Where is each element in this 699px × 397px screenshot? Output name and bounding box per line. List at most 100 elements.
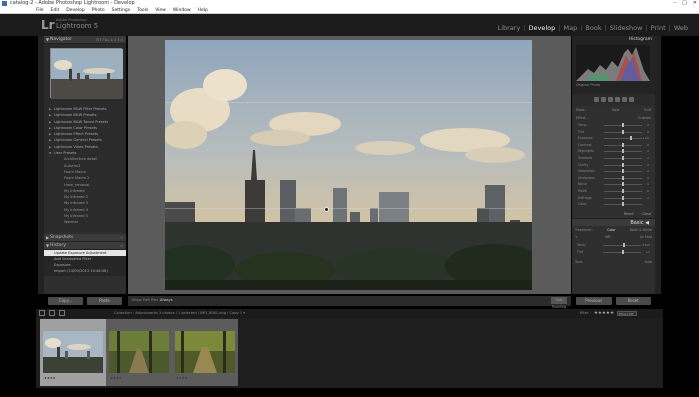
minimize-button[interactable]: – <box>674 0 677 7</box>
slider-value[interactable]: 0 <box>647 176 649 180</box>
basic-panel-header[interactable]: Basic ◀ <box>572 218 655 226</box>
main-image-view[interactable] <box>128 36 571 294</box>
module-map[interactable]: Map <box>560 24 580 32</box>
spot-removal-icon[interactable] <box>600 97 606 102</box>
menu-help[interactable]: Help <box>198 7 208 13</box>
preset-item[interactable]: Warmer <box>48 219 126 225</box>
module-print[interactable]: Print <box>648 24 669 32</box>
grid-icon[interactable] <box>59 310 65 316</box>
slider-row: Sharpness 0 <box>576 175 651 182</box>
auto-tone-button[interactable]: Auto <box>645 260 652 264</box>
slider-value[interactable]: 0 <box>647 182 649 186</box>
slider-knob[interactable] <box>622 175 624 180</box>
treatment-bw[interactable]: Black & White <box>630 228 652 232</box>
menu-photo[interactable]: Photo <box>92 7 105 13</box>
slider-knob[interactable] <box>622 123 624 127</box>
app-icon <box>2 1 7 6</box>
slider-knob[interactable] <box>622 188 624 193</box>
menu-view[interactable]: View <box>155 7 166 13</box>
treatment-color[interactable]: Color <box>607 228 615 232</box>
soft-proofing-toggle[interactable]: Soft Proofing <box>551 297 567 309</box>
menu-file[interactable]: File <box>36 7 44 13</box>
copy-settings-button[interactable]: Copy... <box>48 297 83 305</box>
snapshots-header[interactable]: ▶ Snapshots + <box>44 234 126 242</box>
module-book[interactable]: Book <box>582 24 604 32</box>
navigator-header[interactable]: ▼ Navigator FIT FILL 1:1 1:4 <box>44 36 126 44</box>
close-button[interactable]: ✕ <box>693 0 697 7</box>
slider-value[interactable]: 0 <box>647 149 649 153</box>
slider-knob[interactable] <box>622 149 624 154</box>
navigator-thumbnail[interactable] <box>50 48 123 99</box>
reset-button[interactable]: Reset <box>624 212 634 216</box>
graduated-filter-icon[interactable] <box>614 97 620 102</box>
slider-knob[interactable] <box>622 243 625 247</box>
second-window-icon[interactable] <box>49 310 55 316</box>
graduated-filter-line[interactable] <box>165 102 532 103</box>
slider-value[interactable]: 0 <box>647 196 649 200</box>
menu-tools[interactable]: Tools <box>137 7 148 13</box>
crop-tool-icon[interactable] <box>593 97 599 102</box>
slider-value[interactable]: 5300 <box>642 243 650 247</box>
navigator-preview[interactable] <box>44 44 126 104</box>
main-window-icon[interactable] <box>39 310 45 316</box>
reset-all-button[interactable]: Reset <box>615 297 651 305</box>
edit-pin-icon[interactable] <box>324 207 329 212</box>
slider-value[interactable]: 0 <box>647 189 649 193</box>
maximize-button[interactable]: □ <box>682 0 687 7</box>
add-snapshot-icon[interactable]: + <box>120 234 123 242</box>
slider-knob[interactable] <box>622 162 624 167</box>
mask-edit-button[interactable]: Edit <box>644 108 651 116</box>
slider-value[interactable]: 0 <box>647 130 649 134</box>
slider-value[interactable]: 0 <box>647 163 649 167</box>
filmstrip-toggle[interactable] <box>0 388 699 397</box>
rating-filter-icon[interactable]: ★★★★★ <box>594 311 614 316</box>
navigator-zoom-options[interactable]: FIT FILL 1:1 1:4 <box>96 36 123 44</box>
menu-settings[interactable]: Settings <box>112 7 130 13</box>
menu-window[interactable]: Window <box>173 7 191 13</box>
edit-pins-select[interactable]: Always <box>160 298 173 302</box>
menu-develop[interactable]: Develop <box>66 7 85 13</box>
filmstrip-thumbnail[interactable]: ★★★★ <box>40 319 106 386</box>
wb-select[interactable]: As Shot <box>640 235 652 239</box>
slider-knob[interactable] <box>630 136 633 141</box>
slider-knob[interactable] <box>622 142 624 147</box>
slider-knob[interactable] <box>622 202 624 207</box>
radial-filter-icon[interactable] <box>621 97 627 102</box>
history-header[interactable]: ▼ History ✕ <box>44 242 126 250</box>
slider-knob[interactable] <box>622 155 624 160</box>
close-button[interactable]: Close <box>641 212 651 216</box>
adjustment-brush-icon[interactable] <box>628 97 634 102</box>
histogram-graph[interactable] <box>576 45 650 81</box>
module-develop[interactable]: Develop <box>526 24 559 32</box>
slider-value[interactable]: 0 <box>647 143 649 147</box>
slider-knob[interactable] <box>622 195 624 200</box>
slider-track[interactable] <box>604 138 642 140</box>
paste-settings-button[interactable]: Paste <box>87 297 122 305</box>
slider-knob[interactable] <box>622 129 624 134</box>
slider-knob[interactable] <box>622 182 624 187</box>
module-web[interactable]: Web <box>671 24 691 32</box>
slider-value[interactable]: 0 <box>647 123 649 127</box>
filter-select[interactable]: Filters Off <box>617 310 637 316</box>
menu-edit[interactable]: Edit <box>51 7 60 13</box>
slider-knob[interactable] <box>622 169 624 174</box>
develop-photo[interactable] <box>165 40 532 290</box>
slider-value[interactable]: 0 <box>647 169 649 173</box>
slider-value[interactable]: +2 <box>646 250 650 254</box>
graduated-filter-line[interactable] <box>165 208 532 209</box>
previous-button[interactable]: Previous <box>576 297 612 305</box>
history-item[interactable]: Import (14/09/2013 10:48:08) <box>44 268 126 274</box>
clear-history-icon[interactable]: ✕ <box>120 242 123 250</box>
filmstrip-source-info[interactable]: Collection : Adjustments 3 photos / 1 se… <box>114 311 245 315</box>
right-panel-toggle[interactable] <box>655 36 661 294</box>
module-library[interactable]: Library <box>495 24 524 32</box>
module-slideshow[interactable]: Slideshow <box>607 24 646 32</box>
mask-new-button[interactable]: New <box>612 108 619 116</box>
slider-knob[interactable] <box>621 249 624 254</box>
filmstrip-thumbnail[interactable]: ★★★★ <box>106 319 172 386</box>
slider-value[interactable]: 1.06 <box>642 136 649 140</box>
slider-value[interactable]: 0 <box>647 156 649 160</box>
filmstrip-thumbnail[interactable]: ★★★★ <box>172 319 238 386</box>
eyedropper-icon[interactable]: ✎ <box>575 235 578 239</box>
red-eye-icon[interactable] <box>607 97 613 102</box>
